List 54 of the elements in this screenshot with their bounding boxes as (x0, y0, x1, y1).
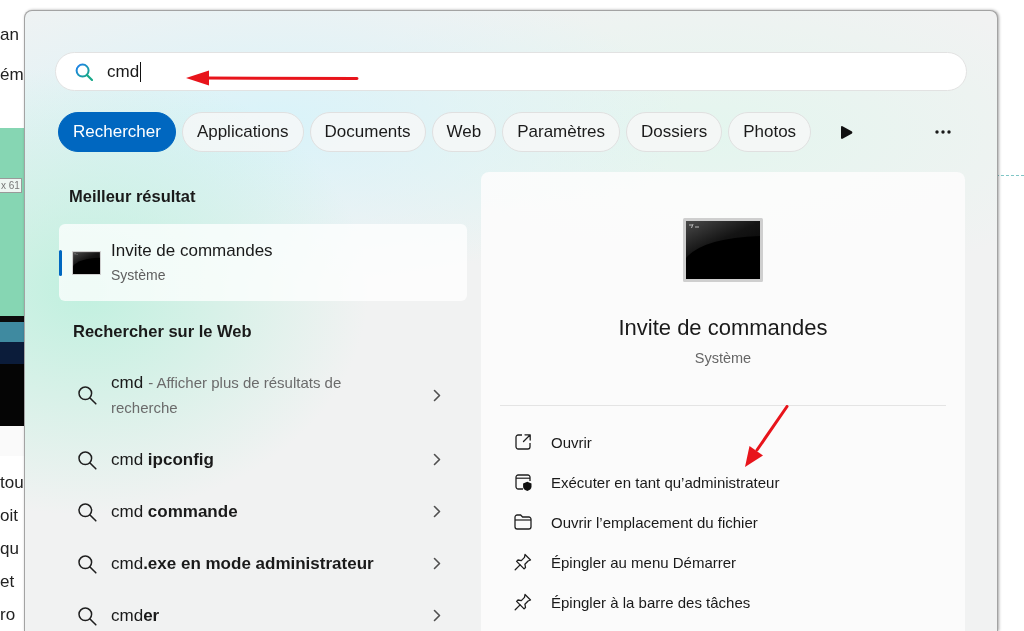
page-text: oit (0, 505, 18, 527)
pin-icon (514, 553, 532, 571)
filter-tab[interactable]: Applications (181, 112, 304, 152)
filter-tab[interactable]: Dossiers (626, 112, 723, 152)
page-text: et (0, 571, 15, 593)
filter-tab[interactable]: Paramètres (502, 112, 621, 152)
page-text: ém (0, 64, 24, 86)
search-icon (77, 385, 97, 405)
chevron-icon (433, 388, 441, 402)
filter-tab[interactable]: Documents (309, 112, 426, 152)
page-text: ro (0, 604, 16, 626)
web-suggestion[interactable]: cmder (59, 603, 467, 628)
section-heading: Meilleur résultat (69, 186, 196, 207)
terminal-icon (72, 250, 101, 275)
filter-tab[interactable]: Rechercher (58, 112, 176, 152)
search-icon (77, 553, 97, 574)
chevron-icon (433, 505, 441, 518)
play-icon (841, 124, 854, 140)
result-title: Invite de commandes (111, 240, 273, 262)
web-suggestion[interactable]: cmd - Afficher plus de résultats de recherche (59, 370, 467, 420)
more-icon (935, 130, 951, 134)
page-text: an (0, 24, 19, 46)
search-icon (77, 605, 97, 626)
web-suggestion[interactable]: cmd ipconfig (59, 447, 467, 472)
app-title: Invite de commandes (618, 314, 828, 342)
chevron-icon (433, 453, 441, 466)
filter-tab[interactable]: Web (431, 112, 497, 152)
search-icon (77, 501, 97, 522)
page-text: tou (0, 472, 24, 494)
action-item[interactable]: Ouvrir l’emplacement du fichier (514, 513, 758, 531)
action-item[interactable]: Épingler à la barre des tâches (514, 593, 751, 611)
action-item[interactable]: Ouvrir (514, 433, 592, 451)
pin-icon (514, 593, 532, 611)
selection-indicator (59, 249, 62, 276)
section-heading: Rechercher sur le Web (73, 321, 252, 342)
web-suggestion[interactable]: cmd.exe en mode administrateur (59, 551, 467, 576)
app-subtitle: Système (694, 349, 752, 368)
search-icon (75, 62, 93, 81)
search-icon (77, 449, 97, 470)
terminal-icon (683, 218, 763, 282)
result-subtitle: Système (111, 266, 166, 285)
folder-icon (514, 514, 532, 530)
window-shield-icon (514, 473, 532, 491)
page-text: qu (0, 538, 19, 560)
action-item[interactable]: Exécuter en tant qu’administrateur (514, 473, 780, 491)
chevron-icon (433, 557, 441, 570)
image-size-label: x 61 (0, 178, 22, 193)
chevron-icon (433, 609, 441, 622)
web-suggestion[interactable]: cmd commande (59, 499, 467, 524)
filter-tab[interactable]: Photos (728, 112, 812, 152)
action-item[interactable]: Épingler au menu Démarrer (514, 553, 737, 571)
search-field[interactable]: cmd (55, 52, 967, 91)
external-link-icon (514, 433, 532, 451)
best-match-item[interactable]: Invite de commandes Système (59, 224, 467, 301)
